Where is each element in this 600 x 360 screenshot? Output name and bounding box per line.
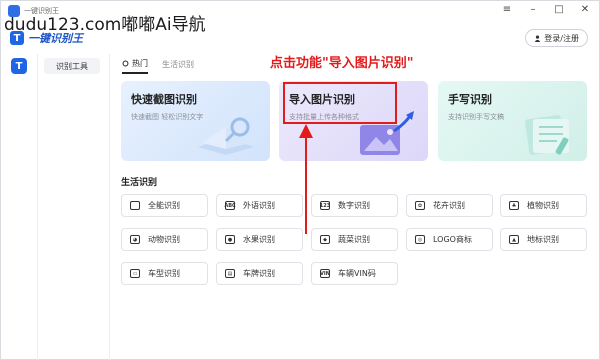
window-controls: ≡ – □ ✕: [500, 4, 592, 15]
login-label: 登录/注册: [544, 33, 579, 43]
highlight-box: [283, 82, 397, 124]
landmark-icon: ▲: [509, 235, 519, 244]
plate-icon: ▤: [225, 269, 235, 278]
card-title: 手写识别: [448, 93, 492, 106]
card-screenshot-ocr[interactable]: 快速截图识别 快速截图 轻松识别文字: [121, 81, 270, 161]
category-tabs: 热门 生活识别: [122, 58, 194, 74]
grid-item-label: 车牌识别: [243, 269, 275, 278]
fruit-icon: ●: [225, 235, 235, 244]
grid-item[interactable]: ✿ 花卉识别: [406, 194, 493, 217]
grid-item[interactable]: ▲ 地标识别: [500, 228, 587, 251]
tab-life-label: 生活识别: [162, 60, 194, 69]
grid-item-label: 植物识别: [527, 201, 559, 210]
grid-item-label: 全能识别: [148, 201, 180, 210]
minimize-button[interactable]: –: [526, 4, 540, 15]
grid-item-label: 花卉识别: [433, 201, 465, 210]
grid-item[interactable]: ▭ 车型识别: [121, 262, 208, 285]
section-title: 生活识别: [121, 178, 158, 188]
card-handwriting-ocr[interactable]: 手写识别 支持识别手写文稿: [438, 81, 587, 161]
grid-item[interactable]: 123 数字识别: [311, 194, 398, 217]
grid-item[interactable]: ▤ 车牌识别: [216, 262, 303, 285]
grid-item[interactable]: ♣ 植物识别: [500, 194, 587, 217]
grid-item[interactable]: ◆ 蔬菜识别: [311, 228, 398, 251]
paper-pen-icon: [525, 115, 569, 155]
menu-icon[interactable]: ≡: [500, 4, 514, 15]
close-button[interactable]: ✕: [578, 4, 592, 15]
number-icon: 123: [319, 201, 331, 210]
abc-icon: ABC: [224, 201, 236, 210]
left-rail: T: [0, 54, 38, 360]
scan-icon: [130, 201, 140, 210]
grid-item-label: 水果识别: [243, 235, 275, 244]
watermark-text: dudu123.com嘟嘟Ai导航: [4, 15, 206, 35]
grid-item[interactable]: ABC 外语识别: [216, 194, 303, 217]
tab-hot[interactable]: 热门: [122, 58, 148, 74]
sidemenu-item-tools[interactable]: 识别工具: [44, 58, 100, 74]
vin-icon: VIN: [320, 269, 330, 278]
grid-item-label: LOGO商标: [433, 235, 472, 244]
car-icon: ▭: [130, 269, 140, 278]
grid-item-label: 外语识别: [243, 201, 275, 210]
grid-item-label: 蔬菜识别: [338, 235, 370, 244]
plant-icon: ♣: [509, 201, 519, 210]
tab-life[interactable]: 生活识别: [162, 58, 194, 74]
flower-icon: ✿: [415, 201, 425, 210]
grid-item[interactable]: ◕ 动物识别: [121, 228, 208, 251]
vegetable-icon: ◆: [320, 235, 330, 244]
maximize-button[interactable]: □: [552, 4, 566, 15]
logo-icon: ◎: [415, 235, 425, 244]
user-icon: [534, 34, 541, 42]
grid-item-label: 车型识别: [148, 269, 180, 278]
grid-item[interactable]: 全能识别: [121, 194, 208, 217]
grid-item-label: 地标识别: [527, 235, 559, 244]
card-title: 快速截图识别: [131, 93, 197, 106]
grid-item[interactable]: VIN 车辆VIN码: [311, 262, 398, 285]
animal-icon: ◕: [130, 235, 140, 244]
side-menu: 识别工具: [38, 54, 110, 360]
grid-item-label: 动物识别: [148, 235, 180, 244]
book-magnifier-icon: [198, 117, 254, 155]
tools-rail-icon[interactable]: T: [11, 58, 27, 74]
grid-item-label: 数字识别: [338, 201, 370, 210]
fire-icon: [122, 60, 129, 67]
grid-item[interactable]: ◎ LOGO商标: [406, 228, 493, 251]
annotation-text: 点击功能"导入图片识别": [270, 56, 414, 71]
tab-hot-label: 热门: [132, 59, 148, 68]
grid-item[interactable]: ● 水果识别: [216, 228, 303, 251]
grid-item-label: 车辆VIN码: [338, 269, 376, 278]
login-button[interactable]: 登录/注册: [525, 29, 588, 47]
arrow-up-icon: [299, 124, 313, 234]
